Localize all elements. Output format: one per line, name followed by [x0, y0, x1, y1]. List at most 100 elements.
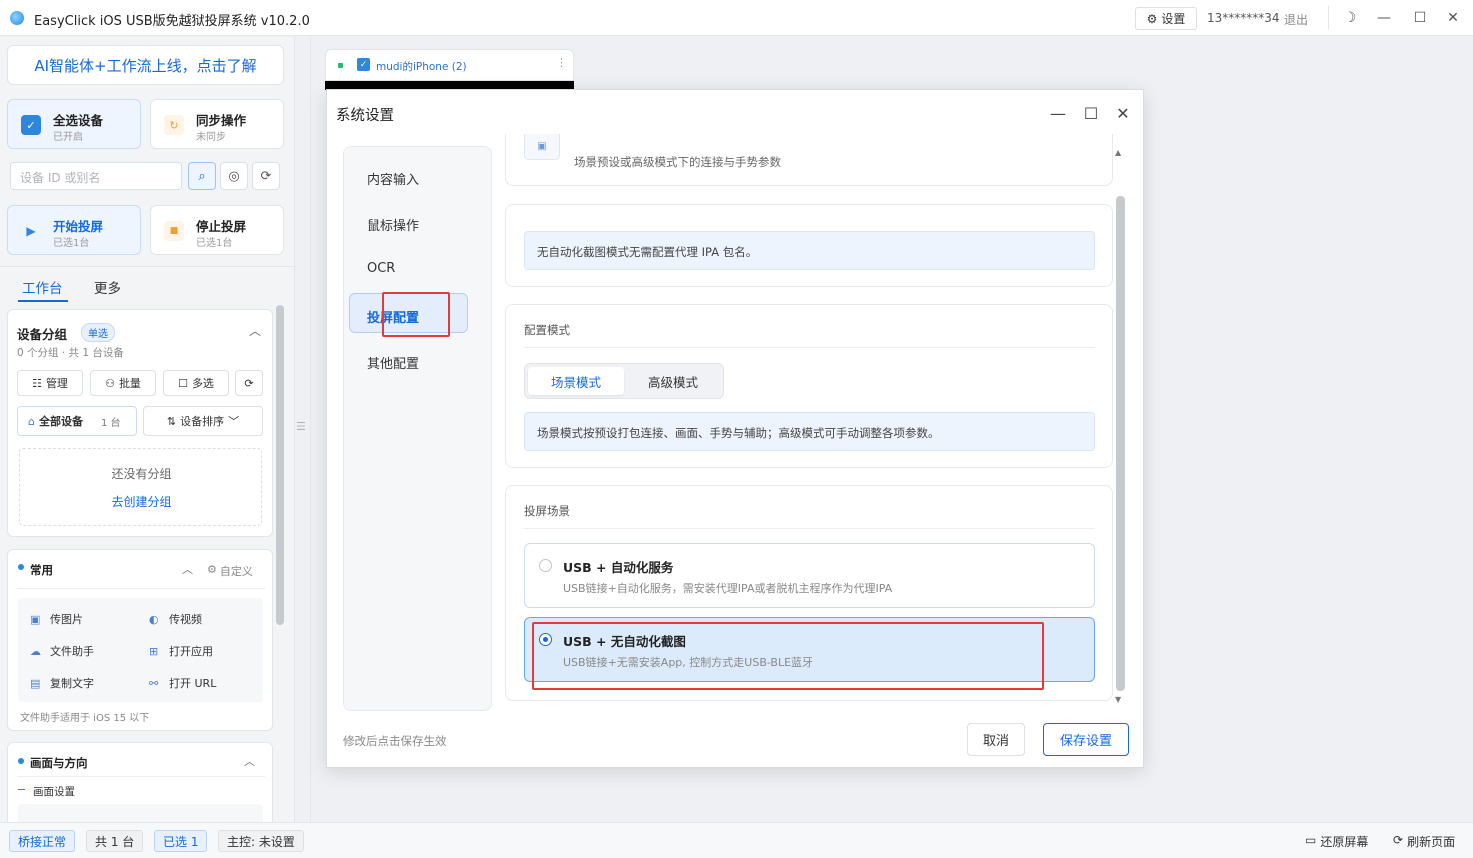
highlight-box [532, 622, 1044, 690]
divider [1328, 6, 1329, 30]
stop-cast-sub: 已选1台 [196, 238, 233, 249]
minimize-icon[interactable]: — [1047, 102, 1069, 124]
open-app-action[interactable]: ⊞ 打开应用 [149, 643, 213, 659]
open-url-label: 打开 URL [169, 677, 217, 690]
checkbox-icon: ☐ [178, 376, 188, 390]
customize-button[interactable]: ⚙ 自定义 [207, 563, 253, 579]
close-icon[interactable]: ✕ [1112, 102, 1134, 124]
scroll-down-arrow-icon[interactable]: ▼ [1115, 695, 1121, 704]
scene-option-automation-service[interactable]: USB + 自动化服务 USB链接+自动化服务，需安装代理IPA或者脱机主程序作… [524, 543, 1095, 608]
stop-cast-button[interactable]: ■ 停止投屏 已选1台 [150, 205, 284, 255]
settings-label: 设置 [1161, 12, 1186, 26]
maximize-icon[interactable]: ☐ [1408, 8, 1432, 28]
logout-button[interactable]: 退出 [1284, 11, 1308, 28]
copy-text-label: 复制文字 [50, 677, 94, 690]
display-card: 画面与方向 ︿ 画面设置 [7, 742, 273, 823]
home-icon: ⌂ [28, 414, 35, 428]
refresh-devices-button[interactable]: ⟳ [252, 162, 280, 190]
all-devices-chip[interactable]: ⌂ 全部设备 1 台 [17, 406, 137, 436]
cancel-button[interactable]: 取消 [967, 723, 1025, 756]
nav-mouse-operation[interactable]: 鼠标操作 [367, 215, 419, 234]
collapse-chevron-icon[interactable]: ︿ [244, 753, 255, 769]
master-control-badge: 主控: 未设置 [218, 830, 304, 852]
cast-scene-label: 投屏场景 [524, 504, 570, 518]
select-all-devices-button[interactable]: ✓ 全选设备 已开启 [7, 99, 141, 149]
divider [524, 528, 1095, 529]
start-cast-button[interactable]: ▶ 开始投屏 已选1台 [7, 205, 141, 255]
send-image-action[interactable]: ▣ 传图片 [30, 611, 83, 627]
panel-divider [310, 37, 311, 822]
common-actions-grid: ▣ 传图片 ◐ 传视频 ☁ 文件助手 ⊞ 打开应用 ▤ 复制文字 ⚯ 打开 URL [18, 598, 263, 702]
nav-other-config[interactable]: 其他配置 [367, 353, 419, 372]
device-total-badge: 共 1 台 [86, 830, 144, 852]
device-checkbox-checked-icon[interactable]: ✓ [357, 58, 370, 71]
user-id: 13*******34 [1207, 11, 1280, 25]
nav-content-input[interactable]: 内容输入 [367, 169, 419, 188]
file-helper-label: 文件助手 [50, 645, 94, 658]
common-note: 文件助手适用于 iOS 15 以下 [20, 713, 150, 724]
close-icon[interactable]: ✕ [1441, 8, 1465, 28]
scroll-up-arrow-icon[interactable]: ▲ [1115, 148, 1121, 157]
left-scrollbar[interactable] [276, 305, 284, 625]
sort-icon: ⇅ [166, 414, 177, 428]
create-group-link[interactable]: 去创建分组 [20, 493, 263, 510]
start-cast-title: 开始投屏 [53, 219, 104, 234]
sync-status: 未同步 [196, 132, 226, 143]
empty-group-text: 还没有分组 [111, 467, 172, 481]
sync-icon: ↻ [164, 115, 184, 135]
nav-ocr[interactable]: OCR [367, 261, 395, 276]
batch-label: 批量 [118, 377, 141, 390]
more-vertical-icon[interactable]: ⋮ [556, 56, 567, 69]
collapse-chevron-icon[interactable]: ︿ [249, 322, 261, 339]
radio-unchecked[interactable] [539, 559, 552, 572]
restore-screen-button[interactable]: ▭ 还原屏幕 [1305, 833, 1368, 850]
device-card[interactable]: ✓ mudi的iPhone (2) ⋮ [325, 49, 574, 81]
open-url-action[interactable]: ⚯ 打开 URL [149, 675, 216, 691]
search-button[interactable]: ⌕ [188, 162, 216, 190]
display-settings-box [18, 804, 263, 823]
settings-button[interactable]: ⚙ 设置 [1135, 7, 1197, 30]
maximize-icon[interactable]: ☐ [1080, 102, 1102, 124]
stop-cast-title: 停止投屏 [196, 219, 247, 234]
multi-select-button[interactable]: ☐ 多选 [163, 370, 229, 396]
collapse-chevron-icon[interactable]: ︿ [182, 561, 193, 577]
manage-groups-button[interactable]: ☷ 管理 [17, 370, 83, 396]
dialog-scrollbar[interactable] [1116, 196, 1125, 691]
scene-mode-option[interactable]: 场景模式 [528, 367, 624, 395]
device-search-input[interactable]: 设备 ID 或别名 [10, 162, 182, 190]
tab-more[interactable]: 更多 [94, 277, 121, 297]
tab-workbench[interactable]: 工作台 [22, 277, 63, 297]
copy-text-action[interactable]: ▤ 复制文字 [30, 675, 94, 691]
sort-label: 设备排序 [180, 415, 225, 428]
link-icon: ⚯ [149, 676, 159, 690]
refresh-page-button[interactable]: ⟳ 刷新页面 [1393, 833, 1455, 850]
batch-button[interactable]: ⚇ 批量 [90, 370, 156, 396]
search-icon: ⌕ [198, 168, 206, 184]
footer-note: 修改后点击保存生效 [343, 734, 447, 748]
dash-icon [18, 789, 25, 790]
advanced-mode-option[interactable]: 高级模式 [625, 367, 721, 395]
config-mode-section: 配置模式 场景模式 高级模式 场景模式按预设打包连接、画面、手势与辅助；高级模式… [505, 304, 1113, 468]
connection-section: ▣ 场景预设或高级模式下的连接与手势参数 [505, 134, 1113, 186]
cast-scene-section: 投屏场景 USB + 自动化服务 USB链接+自动化服务，需安装代理IPA或者脱… [505, 485, 1113, 701]
sync-operation-button[interactable]: ↻ 同步操作 未同步 [150, 99, 284, 149]
device-sort-dropdown[interactable]: ⇅ 设备排序 ﹀ [143, 406, 263, 436]
file-helper-action[interactable]: ☁ 文件助手 [30, 643, 94, 659]
send-video-action[interactable]: ◐ 传视频 [149, 611, 202, 627]
save-settings-button[interactable]: 保存设置 [1043, 723, 1129, 756]
refresh-label: 刷新页面 [1407, 835, 1456, 849]
config-mode-label: 配置模式 [524, 323, 570, 337]
config-mode-hint: 场景模式按预设打包连接、画面、手势与辅助；高级模式可手动调整各项参数。 [524, 412, 1095, 451]
bullet-dot [18, 758, 24, 764]
all-devices-count: 1 台 [100, 417, 121, 429]
locate-button[interactable]: ◎ [220, 162, 248, 190]
minimize-icon[interactable]: — [1372, 8, 1396, 28]
bridge-status-badge: 桥接正常 [9, 830, 76, 852]
resize-handle-icon[interactable]: ☰ [296, 420, 310, 434]
ai-banner[interactable]: AI智能体+工作流上线，点击了解 [7, 45, 284, 85]
refresh-groups-button[interactable]: ⟳ [235, 370, 263, 396]
checkbox-checked-icon: ✓ [21, 115, 41, 135]
cloud-upload-icon: ☁ [30, 644, 41, 658]
settings-nav: 内容输入 鼠标操作 OCR 投屏配置 其他配置 [343, 146, 492, 711]
theme-toggle-icon[interactable]: ☽ [1338, 8, 1362, 28]
